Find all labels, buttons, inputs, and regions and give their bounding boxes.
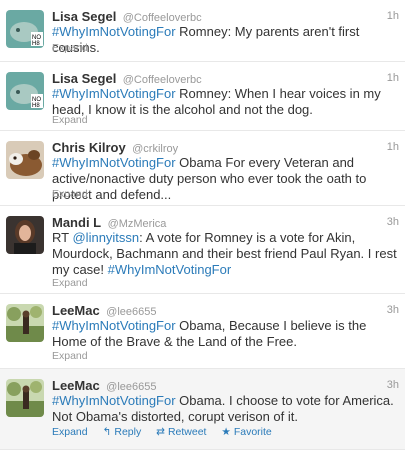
expand-link[interactable]: Expand — [52, 350, 88, 362]
manatee-nono-avatar-icon: NO H8 — [6, 72, 44, 110]
avatar[interactable] — [6, 216, 44, 254]
timestamp[interactable]: 1h — [387, 72, 399, 84]
user-handle[interactable]: @Coffeeloverbc — [123, 12, 202, 24]
tweet-actions: Expand — [52, 42, 88, 56]
tweet-actions: Expand — [52, 114, 88, 128]
tweet-header: Lisa Segel @Coffeeloverbc 1h — [52, 8, 399, 24]
avatar[interactable]: NO H8 — [6, 10, 44, 48]
tweet-actions: Expand — [52, 277, 88, 291]
tweet-text: #WhyImNotVotingFor Romney: When I hear v… — [52, 86, 399, 118]
retweet-icon: ⇄ — [156, 426, 165, 438]
outdoor-avatar-icon — [6, 379, 44, 417]
avatar[interactable] — [6, 304, 44, 342]
svg-text:H8: H8 — [32, 41, 40, 47]
tweet-actions: Expand — [52, 188, 88, 202]
hashtag-link[interactable]: #WhyImNotVotingFor — [52, 155, 176, 170]
tweet-item[interactable]: LeeMac @lee6655 3h #WhyImNotVotingFor Ob… — [0, 294, 405, 369]
reply-label: Reply — [114, 426, 142, 438]
hashtag-link[interactable]: #WhyImNotVotingFor — [52, 393, 176, 408]
retweet-action[interactable]: ⇄ Retweet — [156, 426, 206, 438]
tweet-item[interactable]: Chris Kilroy @crkilroy 1h #WhyImNotVotin… — [0, 131, 405, 206]
tweet-text: #WhyImNotVotingFor Romney: My parents ar… — [52, 24, 399, 56]
mention-link[interactable]: @linnyitssn — [72, 230, 139, 245]
expand-link[interactable]: Expand — [52, 426, 88, 438]
manatee-nono-avatar-icon: NO H8 — [6, 10, 44, 48]
user-name[interactable]: Lisa Segel — [52, 71, 116, 86]
user-name[interactable]: Mandi L — [52, 215, 101, 230]
favorite-action[interactable]: ★ Favorite — [221, 426, 271, 438]
user-name[interactable]: Chris Kilroy — [52, 140, 126, 155]
svg-text:H8: H8 — [32, 103, 40, 109]
timestamp[interactable]: 1h — [387, 141, 399, 153]
tweet-item[interactable]: NO H8 Lisa Segel @Coffeeloverbc 1h #WhyI… — [0, 0, 405, 62]
avatar[interactable] — [6, 379, 44, 417]
tweet-feed: NO H8 Lisa Segel @Coffeeloverbc 1h #WhyI… — [0, 0, 405, 450]
tweet-item[interactable]: Mandi L @MzMerica 3h RT @linnyitssn: A v… — [0, 206, 405, 294]
expand-link[interactable]: Expand — [52, 188, 88, 200]
timestamp[interactable]: 3h — [387, 216, 399, 228]
expand-link[interactable]: Expand — [52, 42, 88, 54]
tweet-text: #WhyImNotVotingFor Obama. I choose to vo… — [52, 393, 399, 425]
hashtag-link[interactable]: #WhyImNotVotingFor — [52, 86, 176, 101]
hashtag-link[interactable]: #WhyImNotVotingFor — [52, 24, 176, 39]
reply-action[interactable]: ↰ Reply — [103, 426, 142, 438]
user-handle[interactable]: @lee6655 — [106, 306, 156, 318]
hashtag-link[interactable]: #WhyImNotVotingFor — [52, 318, 176, 333]
retweet-label: Retweet — [167, 426, 207, 438]
user-handle[interactable]: @lee6655 — [106, 381, 156, 393]
woman-avatar-icon — [6, 216, 44, 254]
favorite-label: Favorite — [233, 426, 272, 438]
tweet-header: LeeMac @lee6655 3h — [52, 302, 399, 318]
timestamp[interactable]: 1h — [387, 10, 399, 22]
dog-avatar-icon — [6, 141, 44, 179]
user-handle[interactable]: @MzMerica — [108, 218, 167, 230]
tweet-text: #WhyImNotVotingFor Obama For every Veter… — [52, 155, 399, 203]
tweet-header: Lisa Segel @Coffeeloverbc 1h — [52, 70, 399, 86]
reply-icon: ↰ — [102, 426, 112, 438]
expand-link[interactable]: Expand — [52, 277, 88, 289]
retweet-prefix: RT — [52, 230, 73, 245]
outdoor-avatar-icon — [6, 304, 44, 342]
tweet-actions: Expand — [52, 350, 88, 364]
user-handle[interactable]: @crkilroy — [132, 143, 178, 155]
star-icon: ★ — [221, 426, 231, 438]
user-name[interactable]: LeeMac — [52, 378, 100, 393]
expand-link[interactable]: Expand — [52, 114, 88, 126]
timestamp[interactable]: 3h — [387, 304, 399, 316]
tweet-header: LeeMac @lee6655 3h — [52, 377, 399, 393]
avatar[interactable]: NO H8 — [6, 72, 44, 110]
user-name[interactable]: LeeMac — [52, 303, 100, 318]
tweet-header: Mandi L @MzMerica 3h — [52, 214, 399, 230]
tweet-header: Chris Kilroy @crkilroy 1h — [52, 139, 399, 155]
timestamp[interactable]: 3h — [387, 379, 399, 391]
tweet-text: #WhyImNotVotingFor Obama, Because I beli… — [52, 318, 399, 350]
avatar[interactable] — [6, 141, 44, 179]
tweet-actions: Expand ↰ Reply ⇄ Retweet ★ Favorite — [52, 426, 284, 440]
tweet-text: RT @linnyitssn: A vote for Romney is a v… — [52, 230, 399, 278]
tweet-item[interactable]: NO H8 Lisa Segel @Coffeeloverbc 1h #WhyI… — [0, 62, 405, 131]
user-name[interactable]: Lisa Segel — [52, 9, 116, 24]
user-handle[interactable]: @Coffeeloverbc — [123, 74, 202, 86]
hashtag-link[interactable]: #WhyImNotVotingFor — [108, 262, 232, 277]
tweet-item[interactable]: LeeMac @lee6655 3h #WhyImNotVotingFor Ob… — [0, 369, 405, 450]
